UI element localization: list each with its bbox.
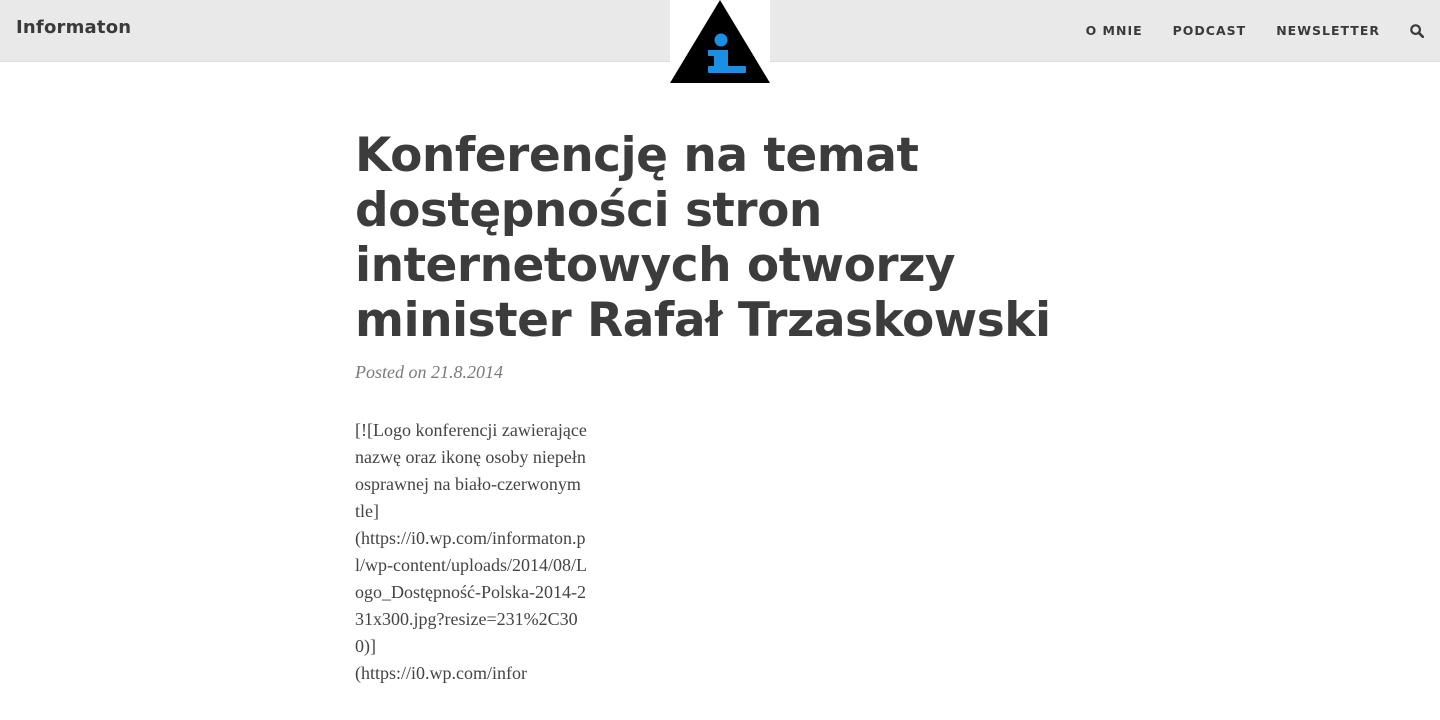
- main-nav: O MNIE PODCAST NEWSLETTER: [1086, 0, 1440, 61]
- site-header: Informaton O MNIE PODCAST NEWSLETTER: [0, 0, 1440, 83]
- site-title-link[interactable]: Informaton: [16, 17, 131, 38]
- post-meta-prefix: Posted on: [355, 362, 427, 382]
- post-meta: Posted on 21.8.2014: [355, 362, 1085, 383]
- article: Konferencję na temat dostępności stron i…: [355, 128, 1085, 687]
- post-content: [![Logo konferencji zawierające nazwę or…: [355, 420, 587, 683]
- nav-item-o-mnie[interactable]: O MNIE: [1086, 23, 1143, 38]
- post-date-link[interactable]: 21.8.2014: [431, 362, 503, 382]
- search-button[interactable]: [1394, 0, 1440, 61]
- nav-item-podcast[interactable]: PODCAST: [1173, 23, 1247, 38]
- search-icon: [1410, 23, 1424, 38]
- site-logo[interactable]: [670, 0, 770, 83]
- nav-item-newsletter[interactable]: NEWSLETTER: [1276, 23, 1380, 38]
- post-title: Konferencję na temat dostępności stron i…: [355, 128, 1051, 348]
- info-triangle-logo-icon: [670, 0, 770, 83]
